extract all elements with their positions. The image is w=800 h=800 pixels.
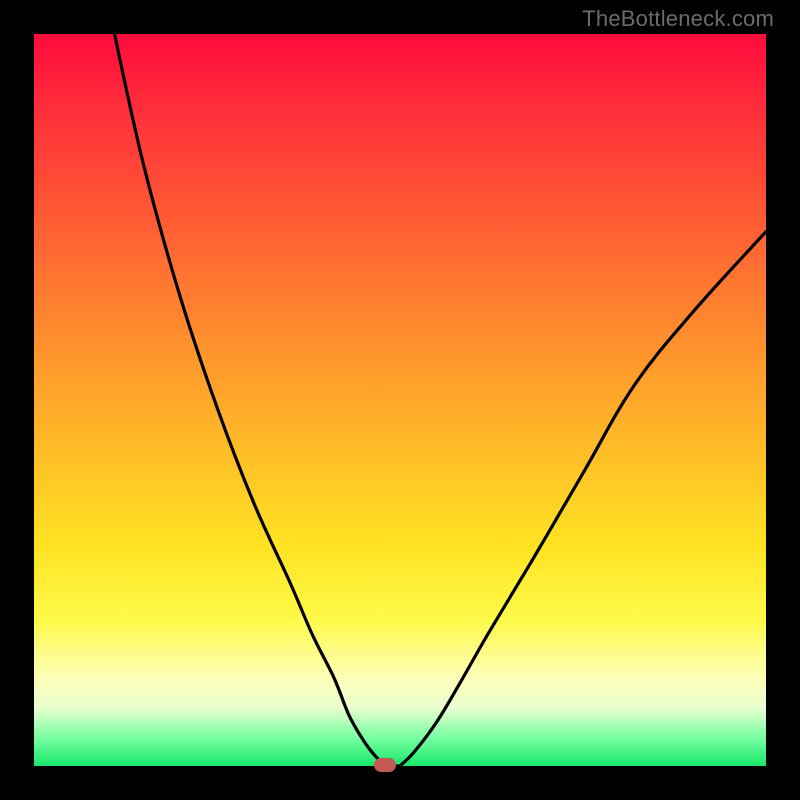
- bottleneck-curve: [115, 34, 766, 766]
- watermark-text: TheBottleneck.com: [582, 6, 774, 32]
- plot-area: [34, 34, 766, 766]
- curve-svg: [34, 34, 766, 766]
- chart-frame: TheBottleneck.com: [0, 0, 800, 800]
- min-marker: [374, 758, 396, 772]
